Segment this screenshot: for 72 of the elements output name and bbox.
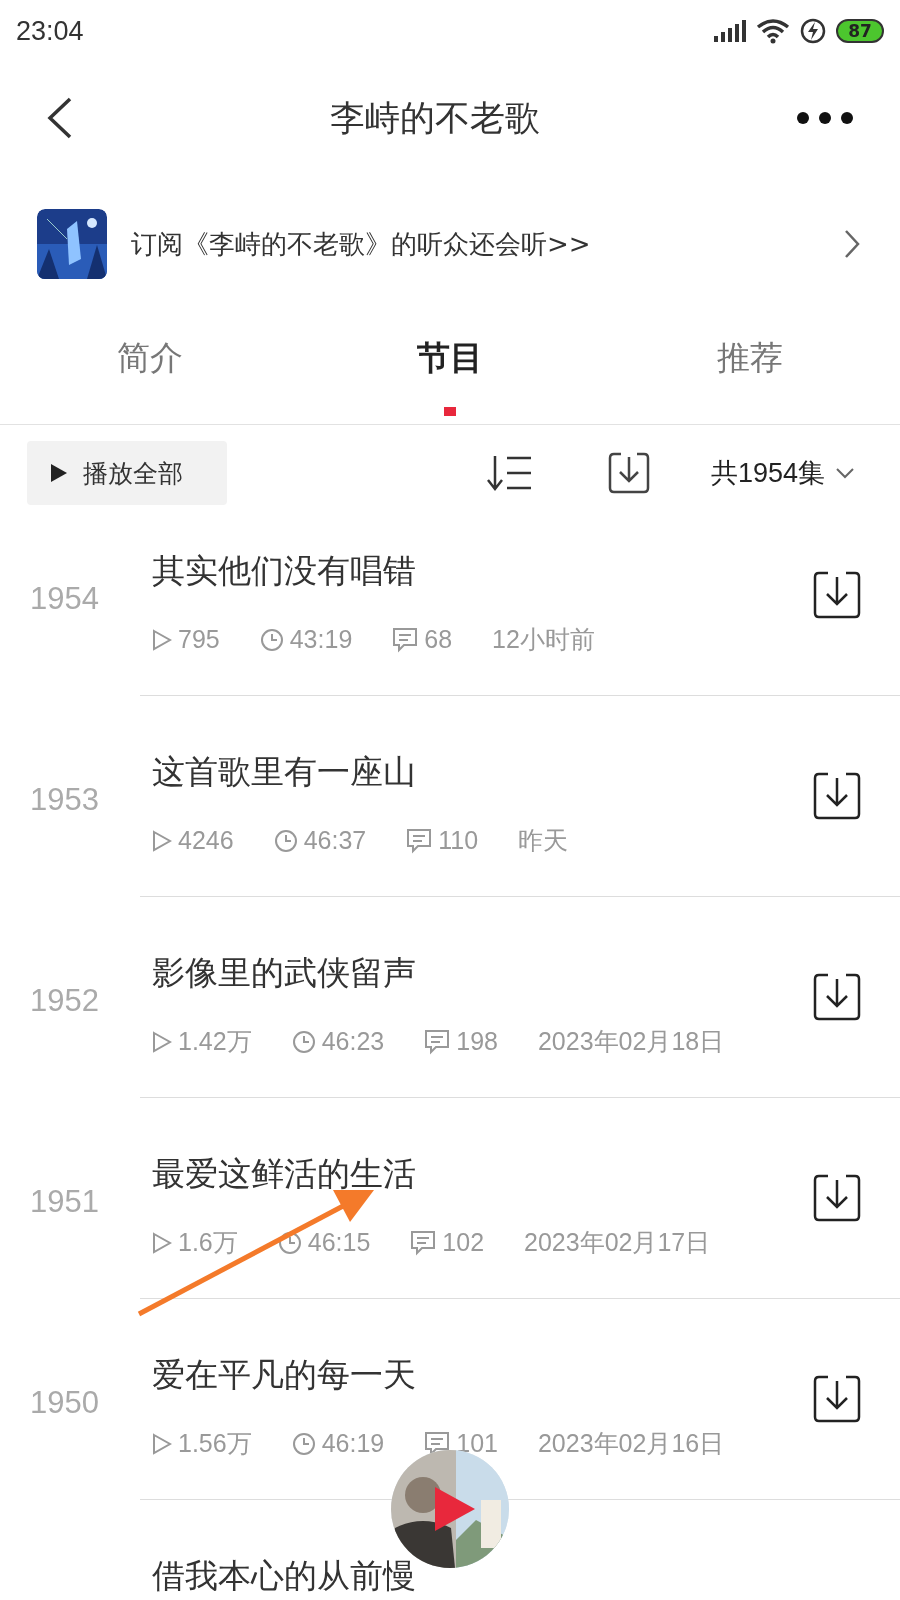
clock-icon	[291, 1029, 316, 1054]
play-count-icon	[152, 829, 172, 852]
play-count: 4246	[178, 826, 234, 855]
play-count-icon	[152, 1231, 172, 1254]
play-count-icon	[152, 1030, 172, 1053]
download-icon[interactable]	[812, 771, 862, 821]
tab-indicator	[444, 407, 456, 416]
tab[interactable]: 简介	[117, 335, 183, 381]
download-icon[interactable]	[812, 1173, 862, 1223]
download-icon[interactable]	[812, 1374, 862, 1424]
signal-icon	[714, 20, 746, 42]
comment-icon	[406, 827, 433, 854]
publish-date: 昨天	[518, 825, 569, 856]
play-count-icon	[152, 628, 172, 651]
clock-icon	[273, 828, 298, 853]
download-icon[interactable]	[812, 972, 862, 1022]
publish-date: 12小时前	[492, 624, 595, 655]
comment-icon	[410, 1229, 437, 1256]
play-count: 1.6万	[178, 1227, 238, 1258]
play-icon	[51, 464, 67, 482]
download-icon[interactable]	[812, 570, 862, 620]
more-icon[interactable]	[796, 111, 854, 125]
duration: 43:19	[289, 625, 353, 654]
page-title: 李峙的不老歌	[330, 96, 540, 140]
play-count-icon	[152, 1432, 172, 1455]
episode-number: 1952	[30, 983, 99, 1019]
tab[interactable]: 节目	[417, 335, 483, 381]
battery-indicator: 87	[836, 19, 884, 43]
episode-title: 影像里的武侠留声	[152, 952, 417, 994]
play-all-button[interactable]: 播放全部	[27, 441, 227, 505]
play-icon	[435, 1487, 475, 1531]
comment-count: 110	[438, 826, 479, 855]
duration: 46:19	[321, 1429, 385, 1458]
banner-text: 订阅《李峙的不老歌》的听众还会听>>	[131, 227, 592, 261]
clock-icon	[291, 1431, 316, 1456]
comment-count: 198	[456, 1027, 498, 1056]
clock-icon	[259, 627, 284, 652]
caret-icon	[835, 467, 855, 479]
charging-icon	[800, 18, 826, 44]
episode-title: 借我本心的从前慢	[152, 1555, 417, 1597]
download-icon[interactable]	[606, 451, 651, 495]
clock-icon	[277, 1230, 302, 1255]
episode-number: 1951	[30, 1184, 99, 1220]
comment-icon	[392, 626, 419, 653]
play-count: 1.56万	[178, 1428, 252, 1459]
duration: 46:37	[303, 826, 367, 855]
episode-title: 最爱这鲜活的生活	[152, 1153, 417, 1195]
tab[interactable]: 推荐	[717, 335, 783, 381]
wifi-icon	[756, 18, 790, 44]
duration: 46:23	[321, 1027, 385, 1056]
publish-date: 2023年02月16日	[537, 1428, 725, 1459]
back-icon[interactable]	[46, 97, 74, 139]
episode-title: 爱在平凡的每一天	[152, 1354, 417, 1396]
play-count: 795	[178, 625, 220, 654]
episode-count-dropdown[interactable]: 共1954集	[710, 455, 855, 491]
publish-date: 2023年02月17日	[524, 1227, 711, 1258]
chevron-right-icon	[844, 229, 860, 259]
recommend-banner[interactable]: 订阅《李峙的不老歌》的听众还会听>>	[0, 196, 900, 292]
comment-count: 102	[442, 1228, 485, 1257]
comment-icon	[424, 1028, 451, 1055]
publish-date: 2023年02月18日	[537, 1026, 725, 1057]
status-time: 23:04	[16, 15, 84, 47]
episode-title: 这首歌里有一座山	[152, 751, 417, 793]
play-count: 1.42万	[178, 1026, 252, 1057]
comment-count: 101	[456, 1429, 498, 1458]
duration: 46:15	[307, 1228, 371, 1257]
episode-number: 1953	[30, 782, 99, 818]
episode-number: 1950	[30, 1385, 99, 1421]
episode-number: 1954	[30, 581, 99, 617]
sort-icon[interactable]	[486, 454, 533, 492]
comment-count: 68	[424, 625, 453, 654]
episode-title: 其实他们没有唱错	[152, 550, 417, 592]
